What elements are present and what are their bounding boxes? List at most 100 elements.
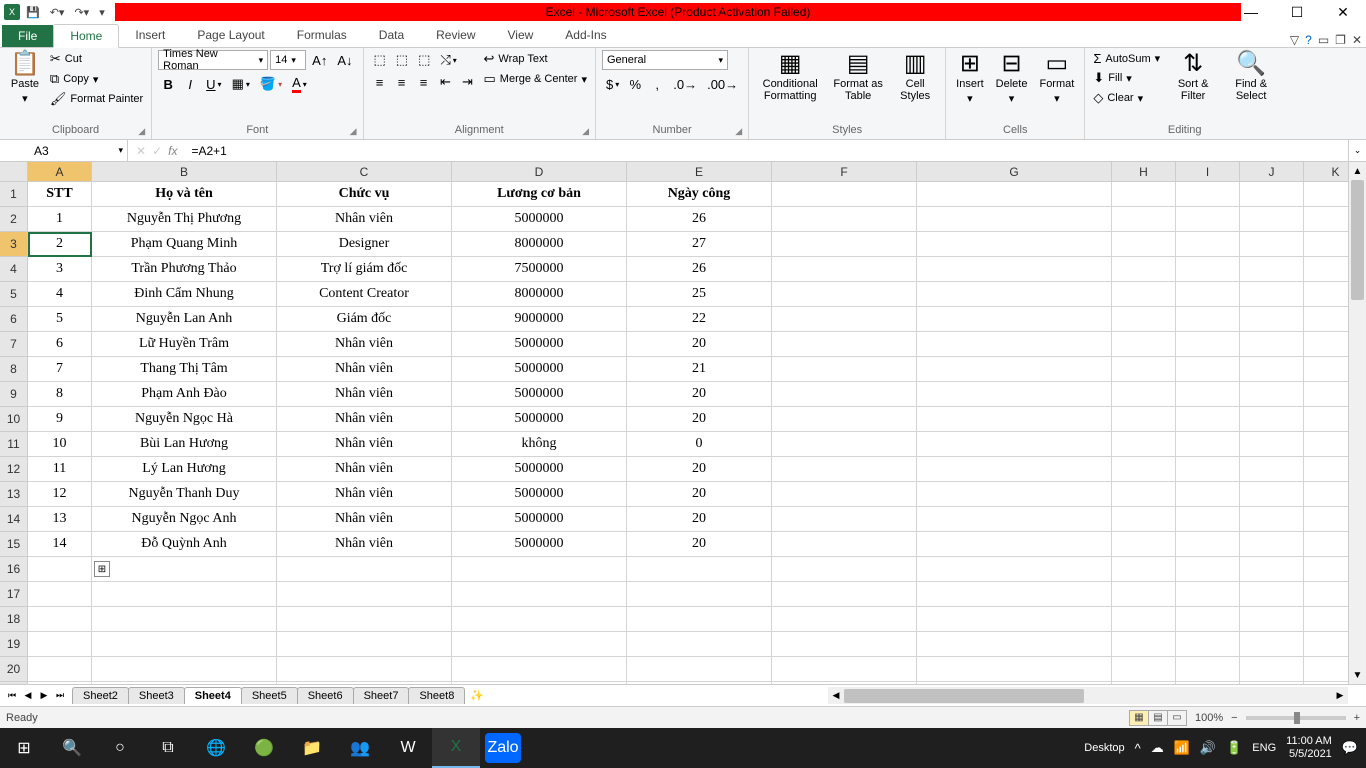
insert-cells-button[interactable]: ⊞Insert▾ [952,50,988,107]
cell-D6[interactable]: 9000000 [452,307,627,332]
cell-A1[interactable]: STT [28,182,92,207]
zoom-slider[interactable] [1246,716,1346,720]
cell-E11[interactable]: 0 [627,432,772,457]
row-header-19[interactable]: 19 [0,632,28,657]
cell-E5[interactable]: 25 [627,282,772,307]
cell-D5[interactable]: 8000000 [452,282,627,307]
cell-J9[interactable] [1240,382,1304,407]
cell-H2[interactable] [1112,207,1176,232]
cell-J3[interactable] [1240,232,1304,257]
cell-G5[interactable] [917,282,1112,307]
cell-C17[interactable] [277,582,452,607]
cell-C15[interactable]: Nhân viên [277,532,452,557]
underline-button[interactable]: U▾ [202,74,225,94]
cell-G10[interactable] [917,407,1112,432]
cell-A2[interactable]: 1 [28,207,92,232]
cell-H12[interactable] [1112,457,1176,482]
column-header-D[interactable]: D [452,162,627,182]
row-header-10[interactable]: 10 [0,407,28,432]
vertical-scrollbar[interactable]: ▲ ▼ [1348,162,1366,684]
cell-C1[interactable]: Chức vụ [277,182,452,207]
font-name-combo[interactable]: Times New Roman▾ [158,50,268,70]
file-explorer-icon[interactable]: 📁 [288,728,336,768]
cell-E13[interactable]: 20 [627,482,772,507]
sheet-tab-sheet6[interactable]: Sheet6 [297,687,354,704]
cell-A4[interactable]: 3 [28,257,92,282]
cell-G16[interactable] [917,557,1112,582]
cell-H4[interactable] [1112,257,1176,282]
cell-A15[interactable]: 14 [28,532,92,557]
percent-button[interactable]: % [625,74,645,94]
font-color-button[interactable]: A▾ [288,74,311,94]
ribbon-minimize-icon[interactable]: ▽ [1290,33,1299,47]
row-header-14[interactable]: 14 [0,507,28,532]
cell-I18[interactable] [1176,607,1240,632]
cell-D9[interactable]: 5000000 [452,382,627,407]
cell-J10[interactable] [1240,407,1304,432]
number-launcher-icon[interactable]: ◢ [735,126,742,137]
cell-A3[interactable]: 2 [28,232,92,257]
cell-B2[interactable]: Nguyễn Thị Phương [92,207,277,232]
cell-G13[interactable] [917,482,1112,507]
doc-minimize-icon[interactable]: ▭ [1318,33,1329,47]
row-header-18[interactable]: 18 [0,607,28,632]
row-header-13[interactable]: 13 [0,482,28,507]
cell-C12[interactable]: Nhân viên [277,457,452,482]
column-header-A[interactable]: A [28,162,92,182]
zoom-in-button[interactable]: + [1354,712,1360,724]
cell-D12[interactable]: 5000000 [452,457,627,482]
cell-F9[interactable] [772,382,917,407]
cell-G8[interactable] [917,357,1112,382]
cell-I4[interactable] [1176,257,1240,282]
zoom-level[interactable]: 100% [1195,712,1223,724]
cell-E9[interactable]: 20 [627,382,772,407]
sheet-tab-sheet5[interactable]: Sheet5 [241,687,298,704]
cell-A16[interactable] [28,557,92,582]
cell-A5[interactable]: 4 [28,282,92,307]
cell-J4[interactable] [1240,257,1304,282]
align-center-button[interactable]: ≡ [392,72,412,92]
row-header-4[interactable]: 4 [0,257,28,282]
cell-G6[interactable] [917,307,1112,332]
row-header-5[interactable]: 5 [0,282,28,307]
cell-E16[interactable] [627,557,772,582]
cell-F2[interactable] [772,207,917,232]
cell-E20[interactable] [627,657,772,682]
cell-G9[interactable] [917,382,1112,407]
cell-H1[interactable] [1112,182,1176,207]
notifications-icon[interactable]: 💬 [1342,740,1358,756]
cell-I6[interactable] [1176,307,1240,332]
ribbon-tab-home[interactable]: Home [53,24,119,48]
cell-I13[interactable] [1176,482,1240,507]
cell-B20[interactable] [92,657,277,682]
cell-C13[interactable]: Nhân viên [277,482,452,507]
column-header-F[interactable]: F [772,162,917,182]
cell-G14[interactable] [917,507,1112,532]
qat-redo-icon[interactable]: ↷▾ [70,4,93,21]
hscroll-thumb[interactable] [844,689,1084,703]
cell-E18[interactable] [627,607,772,632]
scroll-right-icon[interactable]: ▶ [1332,690,1348,701]
cell-I3[interactable] [1176,232,1240,257]
merge-center-button[interactable]: ▭Merge & Center▾ [482,70,589,88]
ribbon-tab-page-layout[interactable]: Page Layout [181,24,280,47]
cell-B16[interactable] [92,557,277,582]
cell-G20[interactable] [917,657,1112,682]
cell-C3[interactable]: Designer [277,232,452,257]
clock[interactable]: 11:00 AM 5/5/2021 [1286,735,1332,761]
cell-H18[interactable] [1112,607,1176,632]
fill-button[interactable]: ⬇Fill▾ [1091,69,1162,87]
font-size-combo[interactable]: 14▾ [270,50,306,70]
sort-filter-button[interactable]: ⇅Sort & Filter [1166,50,1220,104]
cell-C2[interactable]: Nhân viên [277,207,452,232]
normal-view-button[interactable]: ▦ [1129,710,1149,726]
wrap-text-button[interactable]: ↩Wrap Text [482,50,589,68]
cell-E17[interactable] [627,582,772,607]
cell-J6[interactable] [1240,307,1304,332]
cell-F7[interactable] [772,332,917,357]
minimize-button[interactable]: ― [1228,0,1274,24]
doc-close-icon[interactable]: ✕ [1352,33,1362,47]
cut-button[interactable]: ✂Cut [48,50,145,68]
cell-D18[interactable] [452,607,627,632]
shrink-font-button[interactable]: A↓ [333,50,356,70]
